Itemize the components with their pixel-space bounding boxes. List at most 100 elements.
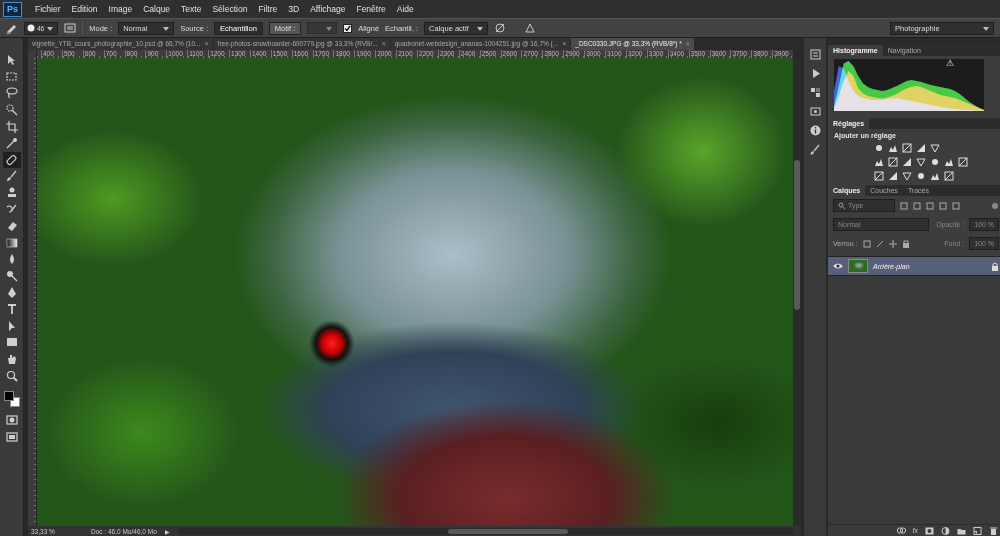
screen-mode-button[interactable] xyxy=(3,428,21,445)
document-tab[interactable]: quadronet-webdesign_ananas-1004251.jpg @… xyxy=(391,38,571,50)
filter-kind-icon[interactable] xyxy=(952,202,960,210)
tool-button[interactable] xyxy=(3,367,21,384)
tool-button[interactable] xyxy=(3,135,21,152)
blend-dropdown[interactable]: Normal xyxy=(833,218,929,231)
adjustment-icon[interactable] xyxy=(874,143,884,153)
adjustment-icon[interactable] xyxy=(916,157,926,167)
adjustment-layer-icon[interactable] xyxy=(941,527,950,535)
panel-tab[interactable]: Calques xyxy=(828,185,865,196)
history-icon[interactable] xyxy=(809,48,822,61)
document-tab[interactable]: _DSC0330.JPG @ 33,3% (RVB/8*) *× xyxy=(571,38,694,50)
tool-button[interactable] xyxy=(3,301,21,318)
document-tab[interactable]: vignette_YTB_cours_photographie_10.psd @… xyxy=(28,38,213,50)
adjustment-icon[interactable] xyxy=(944,171,954,181)
tab-close-button[interactable]: × xyxy=(686,38,690,50)
lock-pixels-icon[interactable] xyxy=(863,240,871,248)
panel-tab[interactable]: Couches xyxy=(865,185,903,196)
adjustment-icon[interactable] xyxy=(916,143,926,153)
filter-kind-icon[interactable] xyxy=(939,202,947,210)
tool-button[interactable] xyxy=(3,284,21,301)
lock-all-icon[interactable] xyxy=(902,240,910,248)
menu-item[interactable]: Sélection xyxy=(212,4,247,14)
eye-icon[interactable] xyxy=(833,262,843,270)
filter-kind-icon[interactable] xyxy=(913,202,921,210)
adjustment-icon[interactable] xyxy=(930,143,940,153)
filter-kind-icon[interactable] xyxy=(926,202,934,210)
quick-mask-button[interactable] xyxy=(3,412,21,429)
tool-button[interactable] xyxy=(3,168,21,185)
pressure-icon[interactable] xyxy=(524,22,536,34)
menu-item[interactable]: Texte xyxy=(181,4,201,14)
mode-dropdown[interactable]: Normal xyxy=(118,22,174,35)
sample-dropdown[interactable]: Calque actif xyxy=(424,22,488,35)
fill-field[interactable]: 100 % xyxy=(969,237,999,250)
tool-button[interactable] xyxy=(3,118,21,135)
aligned-checkbox[interactable] xyxy=(343,24,352,33)
adjustment-icon[interactable] xyxy=(930,171,940,181)
tool-button[interactable] xyxy=(3,235,21,252)
menu-item[interactable]: Edition xyxy=(72,4,98,14)
menu-item[interactable]: Filtre xyxy=(258,4,277,14)
source-button[interactable]: Motif : xyxy=(269,22,301,35)
layer-name[interactable]: Arrière-plan xyxy=(873,263,986,270)
mask-icon[interactable] xyxy=(925,527,934,535)
info-icon[interactable] xyxy=(809,124,822,137)
brush-size-picker[interactable]: 46 xyxy=(24,22,58,35)
menu-item[interactable]: Affichage xyxy=(310,4,345,14)
tool-button[interactable] xyxy=(3,152,21,169)
actions-icon[interactable] xyxy=(809,67,822,80)
adjustment-icon[interactable] xyxy=(930,157,940,167)
workspace-dropdown[interactable]: Photographie xyxy=(890,22,994,35)
pattern-picker[interactable] xyxy=(307,22,337,34)
photo-canvas[interactable] xyxy=(37,58,793,526)
lock-icon[interactable] xyxy=(991,262,999,271)
adjustment-icon[interactable] xyxy=(902,171,912,181)
swatches-icon[interactable] xyxy=(809,86,822,99)
link-icon[interactable] xyxy=(897,527,906,534)
menu-item[interactable]: Fichier xyxy=(35,4,61,14)
panel-tab[interactable]: Réglages xyxy=(828,118,869,129)
zoom-level[interactable]: 33,33 % xyxy=(31,528,83,535)
tool-button[interactable] xyxy=(3,185,21,202)
cache-warning[interactable]: ⚠ xyxy=(946,58,954,68)
adjustment-icon[interactable] xyxy=(888,171,898,181)
tab-close-button[interactable]: × xyxy=(382,38,386,50)
vertical-scrollbar[interactable] xyxy=(793,58,801,526)
layer-row[interactable]: Arrière-plan xyxy=(828,256,1000,276)
tool-button[interactable] xyxy=(3,102,21,119)
tool-presets-icon[interactable] xyxy=(809,105,822,118)
tool-button[interactable] xyxy=(3,268,21,285)
tool-button[interactable] xyxy=(3,218,21,235)
adjustment-icon[interactable] xyxy=(874,171,884,181)
tab-close-button[interactable]: × xyxy=(205,38,209,50)
adjustment-icon[interactable] xyxy=(888,157,898,167)
source-button[interactable]: Echantillon xyxy=(214,22,263,35)
menu-item[interactable]: 3D xyxy=(288,4,299,14)
document-tab[interactable]: free-photos-snowboarder-690779.jpg @ 33,… xyxy=(214,38,390,50)
brush-panel-icon[interactable] xyxy=(809,143,822,156)
adjustment-icon[interactable] xyxy=(902,143,912,153)
tool-button[interactable] xyxy=(3,85,21,102)
new-layer-icon[interactable] xyxy=(973,527,982,535)
tool-button[interactable] xyxy=(3,334,21,351)
ignore-adjustments-icon[interactable] xyxy=(494,22,506,34)
tool-button[interactable] xyxy=(3,69,21,86)
adjustment-icon[interactable] xyxy=(902,157,912,167)
scroll-thumb[interactable] xyxy=(794,160,800,310)
panel-tab[interactable]: Navigation xyxy=(883,45,926,56)
tool-button[interactable] xyxy=(3,52,21,69)
adjustment-icon[interactable] xyxy=(958,157,968,167)
adjustment-icon[interactable] xyxy=(916,171,926,181)
adjustment-icon[interactable] xyxy=(888,143,898,153)
foreground-color[interactable] xyxy=(4,391,14,401)
lock-brush-icon[interactable] xyxy=(876,240,884,248)
layer-style-button[interactable]: fx xyxy=(913,527,918,534)
menu-item[interactable]: Aide xyxy=(397,4,414,14)
adjustment-icon[interactable] xyxy=(874,157,884,167)
menu-item[interactable]: Calque xyxy=(143,4,170,14)
healing-brush-icon[interactable] xyxy=(4,21,18,35)
panel-tab[interactable]: Tracés xyxy=(903,185,934,196)
folder-icon[interactable] xyxy=(957,527,966,535)
tab-close-button[interactable]: × xyxy=(562,38,566,50)
adjustment-icon[interactable] xyxy=(944,157,954,167)
